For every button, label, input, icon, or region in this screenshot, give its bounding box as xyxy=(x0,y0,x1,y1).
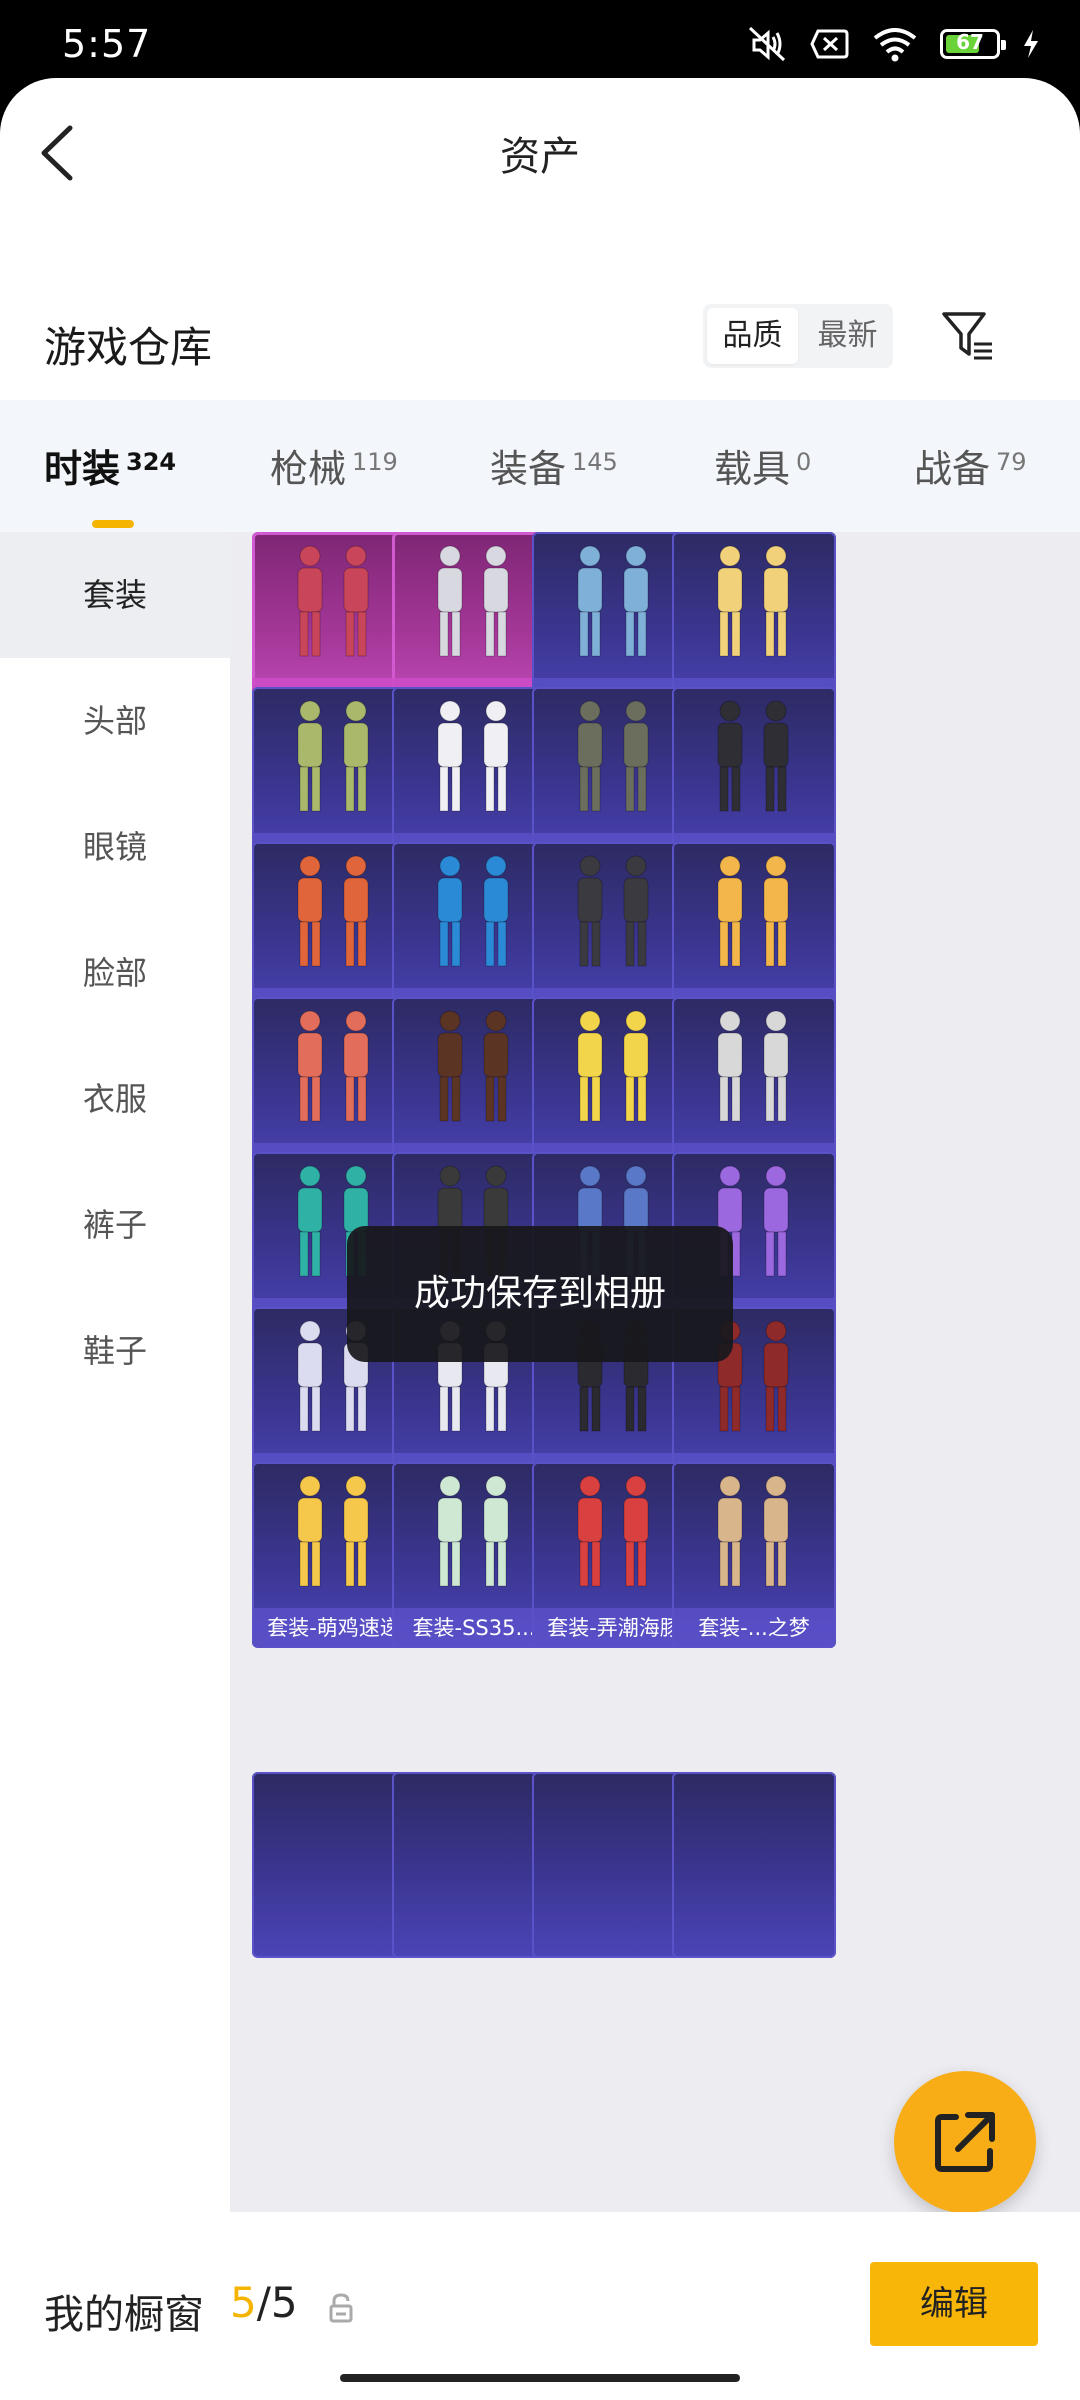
section-title: 游戏仓库 xyxy=(44,323,213,372)
item-grid: 套装-星之彼岸套装-幻影战神套装-云宝联...套装-其乐融融套装-鬼马先锋套装-… xyxy=(230,532,1080,2212)
share-export-icon xyxy=(935,2112,995,2172)
tab-label: 枪械 xyxy=(270,447,347,491)
showcase-total: /5 xyxy=(256,2278,298,2327)
tab-count: 324 xyxy=(126,448,177,476)
sidebar-item-shoes[interactable]: 鞋子 xyxy=(0,1288,230,1414)
sidebar-item-pants[interactable]: 裤子 xyxy=(0,1162,230,1288)
sidebar-item-head[interactable]: 头部 xyxy=(0,658,230,784)
tab-count: 0 xyxy=(796,448,812,476)
item-label: 套装-...之梦 xyxy=(672,1608,836,1648)
sidebar: 套装 头部 眼镜 脸部 衣服 裤子 鞋子 xyxy=(0,532,230,2212)
outfit-thumbnail xyxy=(672,997,836,1147)
tab-weapons[interactable]: 枪械 119 xyxy=(270,438,398,493)
battery-icon: 67 xyxy=(940,29,1006,59)
sort-option-newest[interactable]: 最新 xyxy=(802,304,893,368)
tab-count: 119 xyxy=(352,448,398,476)
showcase-current: 5 xyxy=(230,2278,257,2327)
sidebar-item-glasses[interactable]: 眼镜 xyxy=(0,784,230,910)
showcase-label: 我的橱窗 xyxy=(44,2292,204,2338)
sort-option-quality[interactable]: 品质 xyxy=(707,308,798,364)
charging-bolt-icon xyxy=(1024,30,1038,58)
share-button[interactable] xyxy=(894,2071,1036,2213)
tab-label: 战备 xyxy=(914,447,991,491)
app-screen: 资产 游戏仓库 品质 最新 时装 324 枪械 119 装备 145 载具 0 战备 79… xyxy=(0,78,1080,2400)
edit-button[interactable]: 编辑 xyxy=(870,2262,1038,2346)
status-icons: 67 xyxy=(746,24,1040,64)
tab-fashion[interactable]: 时装 324 xyxy=(44,438,176,493)
active-tab-indicator xyxy=(92,520,134,528)
sidebar-item-clothes[interactable]: 衣服 xyxy=(0,1036,230,1162)
tab-vehicles[interactable]: 载具 0 xyxy=(714,438,811,493)
outfit-thumbnail xyxy=(672,532,836,682)
status-time: 5:57 xyxy=(62,22,152,66)
tab-equipment[interactable]: 装备 145 xyxy=(490,438,618,493)
tab-label: 时装 xyxy=(44,447,121,491)
category-tabs: 时装 324 枪械 119 装备 145 载具 0 战备 79 xyxy=(0,400,1080,532)
outfit-thumbnail xyxy=(672,842,836,992)
tab-label: 载具 xyxy=(714,447,791,491)
item-card[interactable]: 套装-...之梦 xyxy=(672,1462,836,1648)
page-title: 资产 xyxy=(500,134,580,180)
tab-supplies[interactable]: 战备 79 xyxy=(914,438,1027,493)
battery-percent: 67 xyxy=(956,30,984,54)
sidebar-item-suit[interactable]: 套装 xyxy=(0,532,230,658)
tab-label: 装备 xyxy=(490,447,567,491)
outfit-thumbnail xyxy=(672,1462,836,1612)
outfit-thumbnail xyxy=(672,687,836,837)
sidebar-item-face[interactable]: 脸部 xyxy=(0,910,230,1036)
showcase-bar: 我的橱窗 5/5 编辑 xyxy=(0,2212,1080,2400)
status-bar: 5:57 67 xyxy=(0,0,1080,80)
lock-icon xyxy=(329,2293,353,2323)
no-sim-icon xyxy=(810,29,849,59)
filter-icon[interactable] xyxy=(940,308,996,364)
item-card-partial[interactable] xyxy=(672,1772,836,1958)
tab-count: 79 xyxy=(996,448,1027,476)
wifi-icon xyxy=(873,28,917,62)
tab-count: 145 xyxy=(572,448,618,476)
mute-vibrate-icon xyxy=(748,26,786,62)
home-indicator xyxy=(340,2374,740,2382)
toast-message: 成功保存到相册 xyxy=(347,1226,733,1362)
sort-toggle: 品质 最新 xyxy=(703,304,893,368)
showcase-count: 5/5 xyxy=(230,2278,298,2327)
